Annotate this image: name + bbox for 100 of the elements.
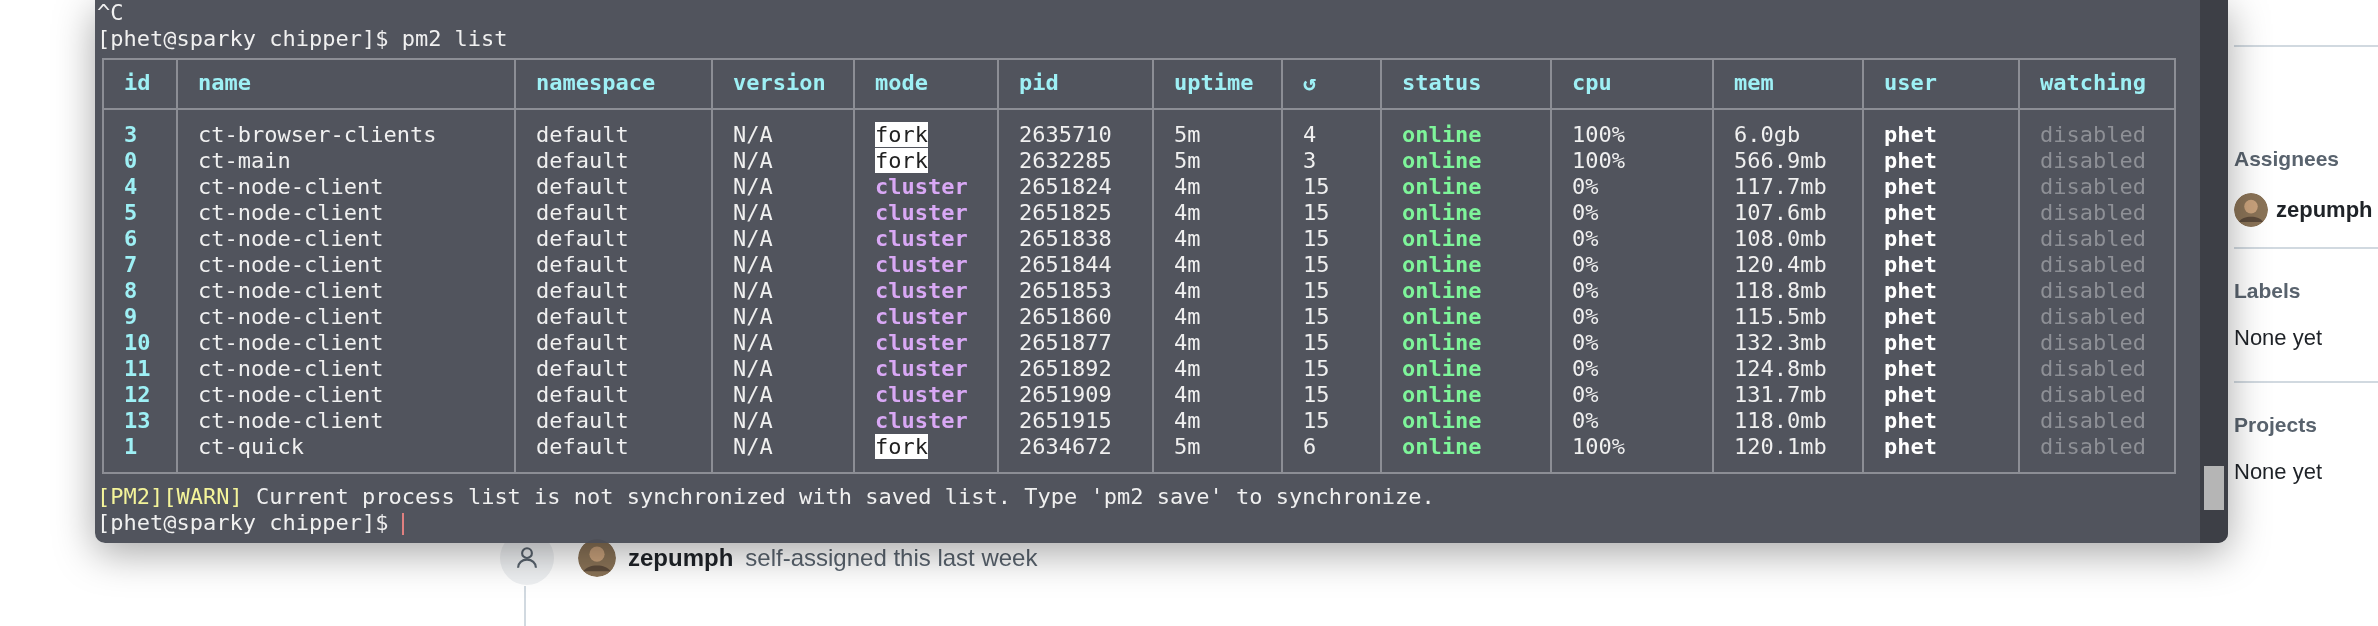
table-cell: N/A: [733, 304, 773, 329]
column-header: ↺: [1282, 59, 1381, 109]
table-cell: ct-node-client: [198, 200, 384, 225]
table-cell: online: [1402, 148, 1482, 173]
sidebar-heading[interactable]: Projects: [2234, 413, 2378, 437]
table-cell: 0%: [1572, 252, 1599, 277]
table-cell: 5: [124, 200, 138, 225]
table-cell: default: [536, 148, 629, 173]
table-cell: online: [1402, 252, 1482, 277]
table-cell: online: [1402, 226, 1482, 251]
table-cell: disabled: [2040, 382, 2146, 407]
table-cell: 124.8mb: [1734, 356, 1827, 381]
table-cell: 4m: [1174, 304, 1201, 329]
sidebar-heading[interactable]: Labels: [2234, 279, 2378, 303]
table-cell: disabled: [2040, 304, 2146, 329]
user-link[interactable]: zepumph: [628, 544, 734, 572]
table-cell: disabled: [2040, 252, 2146, 277]
column-header: uptime: [1153, 59, 1282, 109]
warning-tag: [WARN]: [163, 484, 243, 509]
table-cell: 3: [124, 122, 138, 147]
table-cell: 15: [1303, 252, 1330, 277]
table-cell: disabled: [2040, 408, 2146, 433]
table-cell: 8: [124, 278, 138, 303]
table-cell: cluster: [875, 356, 968, 381]
table-cell: 13: [124, 408, 151, 433]
table-cell: 100%: [1572, 434, 1625, 459]
table-cell: 10: [124, 330, 151, 355]
table-cell: ct-node-client: [198, 252, 384, 277]
table-cell: 0%: [1572, 226, 1599, 251]
shell-prompt: [phet@sparky chipper]$: [97, 510, 389, 535]
table-cell: 2651838: [1019, 226, 1112, 251]
column-header: namespace: [515, 59, 712, 109]
table-cell: default: [536, 304, 629, 329]
table-cell: 4m: [1174, 252, 1201, 277]
event-text: self-assigned this last week: [745, 544, 1038, 572]
table-cell: cluster: [875, 408, 968, 433]
table-cell: 15: [1303, 174, 1330, 199]
timeline-line: [524, 586, 526, 626]
warning-message: Current process list is not synchronized with saved list. Type 'pm2 save' to synchronize.: [254, 484, 1435, 509]
table-cell: 118.8mb: [1734, 278, 1827, 303]
table-cell: cluster: [875, 252, 968, 277]
table-cell: online: [1402, 330, 1482, 355]
table-cell: 0%: [1572, 278, 1599, 303]
table-cell: default: [536, 252, 629, 277]
table-cell: 566.9mb: [1734, 148, 1827, 173]
table-cell: 4m: [1174, 356, 1201, 381]
table-cell: cluster: [875, 278, 968, 303]
column-header: watching: [2019, 59, 2175, 109]
table-cell: 120.4mb: [1734, 252, 1827, 277]
table-cell: phet: [1884, 330, 1937, 355]
table-cell: 6: [124, 226, 138, 251]
table-cell: phet: [1884, 434, 1937, 459]
table-cell: 4m: [1174, 174, 1201, 199]
sidebar-value: None yet: [2234, 459, 2324, 485]
table-cell: 0%: [1572, 304, 1599, 329]
table-cell: 5m: [1174, 148, 1201, 173]
table-cell: online: [1402, 174, 1482, 199]
table-cell: N/A: [733, 174, 773, 199]
table-cell: phet: [1884, 356, 1937, 381]
table-cell: phet: [1884, 408, 1937, 433]
table-cell: 0: [124, 148, 138, 173]
table-cell: 4m: [1174, 226, 1201, 251]
table-cell: online: [1402, 408, 1482, 433]
table-cell: 4: [124, 174, 138, 199]
table-cell: 2651860: [1019, 304, 1112, 329]
table-cell: 2651824: [1019, 174, 1112, 199]
table-cell: default: [536, 408, 629, 433]
column-header: user: [1863, 59, 2019, 109]
table-cell: cluster: [875, 200, 968, 225]
table-cell: cluster: [875, 174, 968, 199]
table-cell: 0%: [1572, 330, 1599, 355]
table-cell: default: [536, 382, 629, 407]
table-cell: fork: [875, 434, 928, 459]
table-cell: phet: [1884, 382, 1937, 407]
table-cell: 107.6mb: [1734, 200, 1827, 225]
table-cell: phet: [1884, 226, 1937, 251]
table-cell: 117.7mb: [1734, 174, 1827, 199]
sidebar-heading[interactable]: Assignees: [2234, 147, 2378, 171]
table-cell: N/A: [733, 252, 773, 277]
table-cell: default: [536, 278, 629, 303]
table-cell: ct-node-client: [198, 330, 384, 355]
table-cell: default: [536, 434, 629, 459]
table-cell: 4m: [1174, 278, 1201, 303]
table-cell: 2651915: [1019, 408, 1112, 433]
table-cell: 2635710: [1019, 122, 1112, 147]
table-cell: 2651892: [1019, 356, 1112, 381]
table-cell: 2651844: [1019, 252, 1112, 277]
table-cell: ct-browser-clients: [198, 122, 437, 147]
table-cell: N/A: [733, 356, 773, 381]
table-cell: phet: [1884, 252, 1937, 277]
scrollbar-thumb[interactable]: [2204, 466, 2224, 510]
table-cell: 115.5mb: [1734, 304, 1827, 329]
table-cell: 4m: [1174, 382, 1201, 407]
table-cell: 0%: [1572, 356, 1599, 381]
table-cell: 15: [1303, 330, 1330, 355]
table-cell: disabled: [2040, 356, 2146, 381]
assignee-name[interactable]: zepumph: [2276, 197, 2373, 223]
table-cell: cluster: [875, 330, 968, 355]
table-cell: N/A: [733, 278, 773, 303]
table-cell: 15: [1303, 304, 1330, 329]
